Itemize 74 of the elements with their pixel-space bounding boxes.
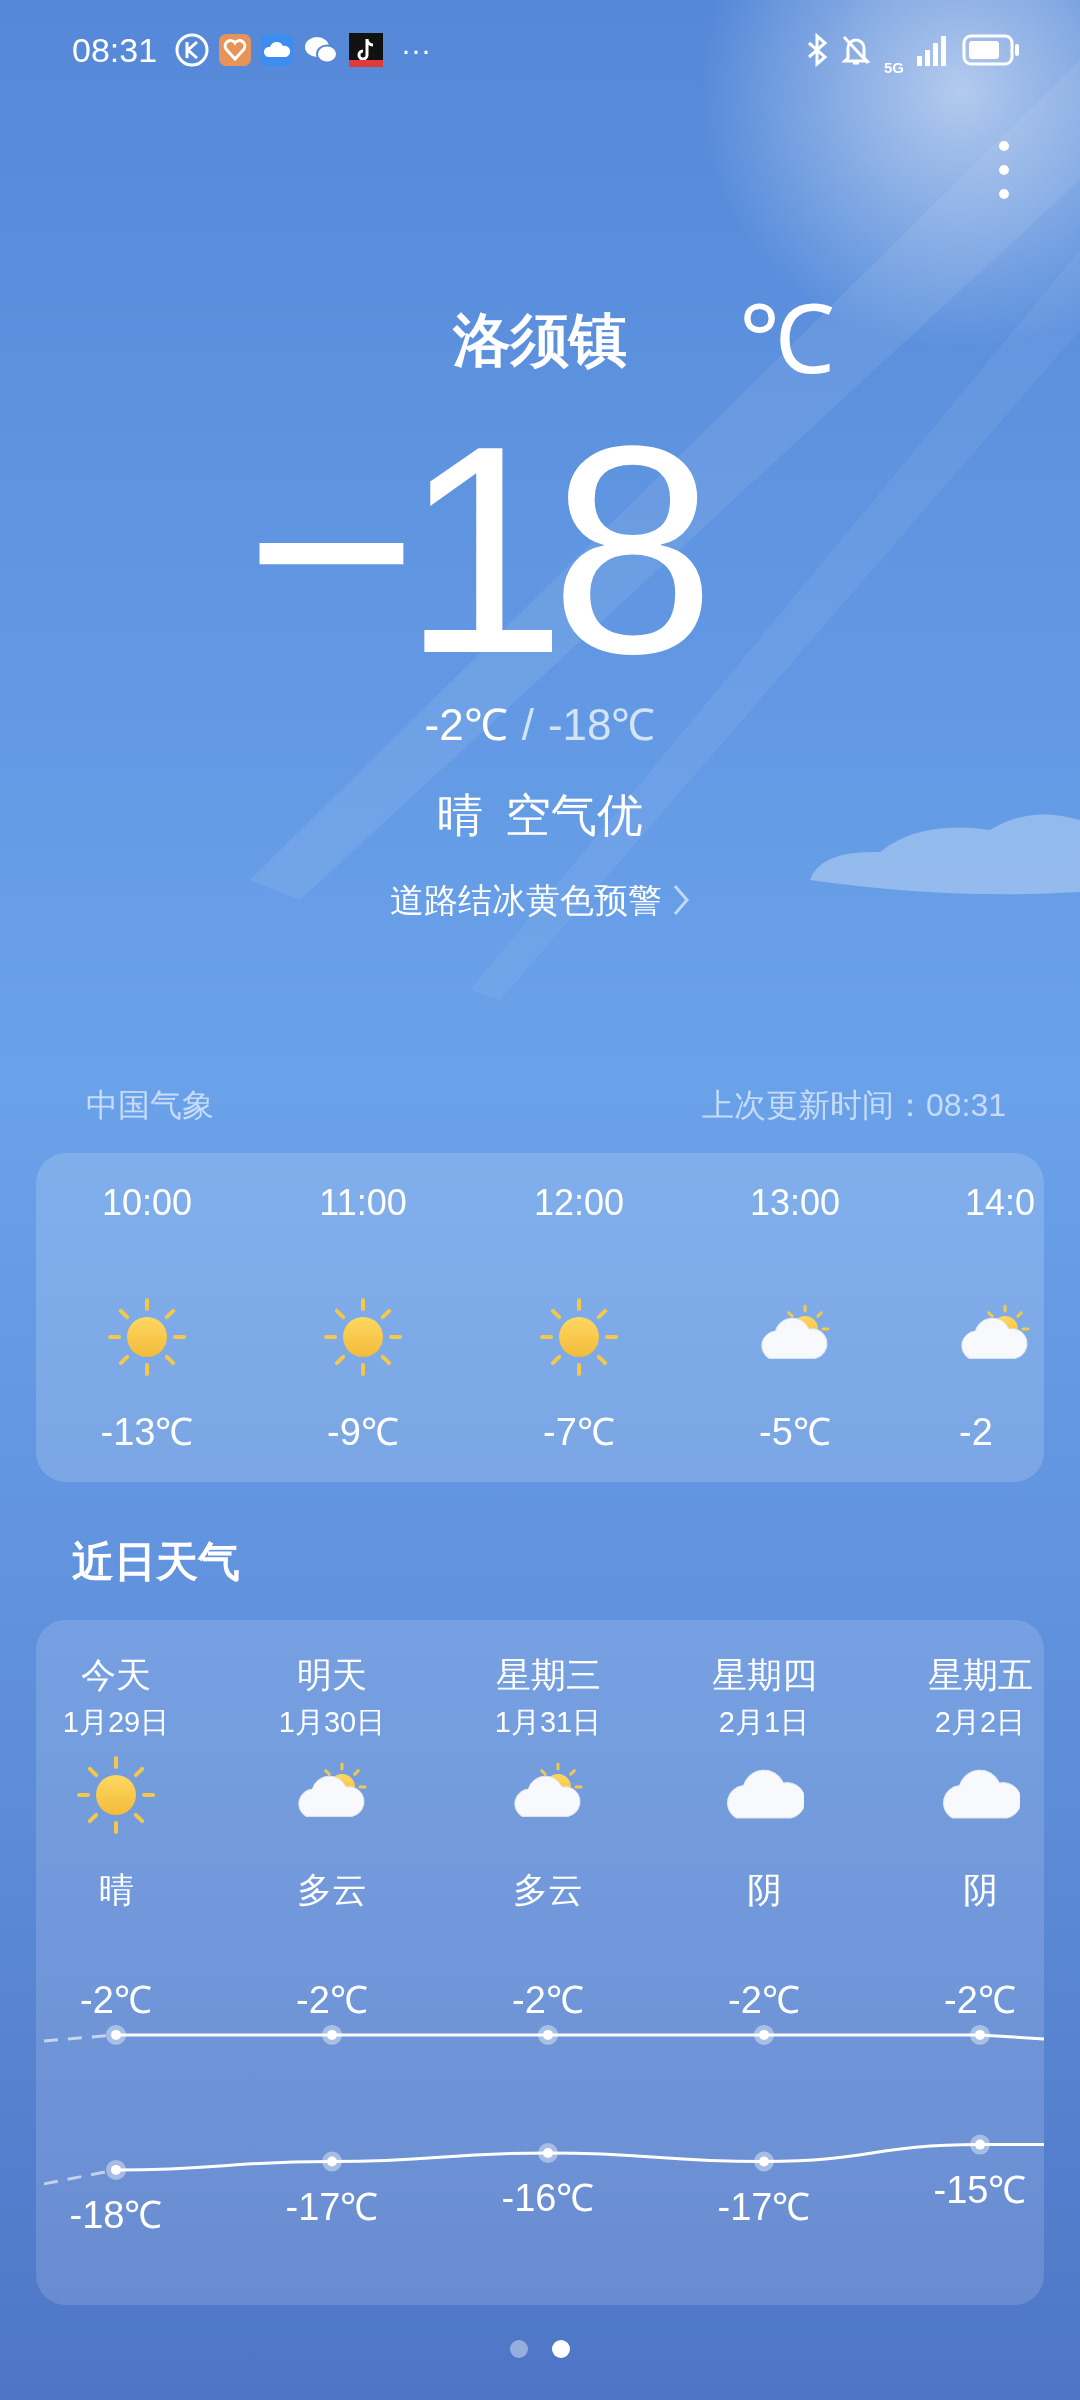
day-condition: 多云 xyxy=(513,1869,583,1911)
data-point xyxy=(538,2024,558,2045)
hour-time: 13:00 xyxy=(749,1181,841,1225)
low-temperature: -18℃ xyxy=(547,699,656,751)
page-indicator-dot[interactable] xyxy=(510,2340,528,2358)
data-point xyxy=(538,2143,558,2163)
data-source: 中国气象 xyxy=(86,1086,214,1125)
status-time: 08:31 xyxy=(72,30,158,70)
section-title: 近日天气 xyxy=(72,1538,240,1585)
data-point xyxy=(754,2024,774,2045)
hour-temperature: -9℃ xyxy=(327,1410,399,1455)
hour-time: 11:00 xyxy=(319,1181,407,1225)
temperature-label: -17℃ xyxy=(717,2185,811,2228)
muted-bell-icon xyxy=(840,33,872,67)
data-point xyxy=(970,2134,990,2155)
battery-icon xyxy=(962,34,1020,66)
day-condition: 阴 xyxy=(962,1869,998,1911)
cloud-app-icon xyxy=(261,34,294,66)
hour-temperature: -7℃ xyxy=(543,1410,615,1455)
temperature-label: -2℃ xyxy=(512,1978,584,2021)
more-notifications: ··· xyxy=(401,33,432,67)
bluetooth-icon xyxy=(806,33,828,67)
temperature-label: -16℃ xyxy=(501,2177,595,2219)
hour-temperature: -5℃ xyxy=(759,1410,831,1455)
circle-logo-icon xyxy=(175,33,210,67)
day-name: 星期四 xyxy=(711,1654,817,1696)
hour-temperature: -2 xyxy=(959,1410,993,1455)
day-condition: 多云 xyxy=(297,1869,367,1911)
day-date: 2月2日 xyxy=(934,1705,1026,1740)
temperature-label: -17℃ xyxy=(285,2185,379,2228)
hour-temperature: -13℃ xyxy=(100,1410,194,1455)
data-point xyxy=(322,2151,342,2172)
sun-icon xyxy=(539,1297,619,1377)
sun-icon xyxy=(323,1297,403,1377)
hour-time: 12:00 xyxy=(533,1181,625,1225)
day-name: 星期五 xyxy=(927,1654,1033,1696)
temperature-label: -2℃ xyxy=(944,1978,1016,2021)
sun-icon xyxy=(107,1297,187,1377)
data-point xyxy=(106,2024,126,2045)
heart-app-icon xyxy=(219,34,252,66)
temperature-label: -2℃ xyxy=(80,1978,152,2021)
day-name: 明天 xyxy=(297,1654,367,1696)
temperature-label: -18℃ xyxy=(69,2193,163,2236)
day-date: 2月1日 xyxy=(718,1705,810,1740)
temperature-label: -2℃ xyxy=(728,1978,800,2021)
more-vertical-icon xyxy=(998,140,1010,200)
data-point xyxy=(322,2024,342,2045)
high-temperature: -2℃ xyxy=(424,699,508,751)
data-point xyxy=(754,2151,774,2172)
weather-alert-link[interactable]: 道路结冰黄色预警 xyxy=(390,875,690,925)
sun-icon xyxy=(76,1755,156,1835)
day-name: 星期三 xyxy=(495,1654,601,1696)
day-date: 1月30日 xyxy=(278,1705,386,1740)
day-date: 1月29日 xyxy=(62,1705,170,1740)
chevron-right-icon xyxy=(672,883,690,917)
day-date: 1月31日 xyxy=(494,1705,602,1740)
data-point xyxy=(970,2024,990,2045)
location-name: 洛须镇 xyxy=(453,306,627,374)
current-temperature: −18 xyxy=(244,410,700,690)
network-type: 5G xyxy=(884,59,904,75)
hour-time: 14:0 xyxy=(965,1181,1036,1225)
day-condition: 晴 xyxy=(98,1869,134,1911)
range-separator: / xyxy=(521,699,534,751)
temperature-unit: ℃ xyxy=(739,292,836,388)
air-quality: 空气优 xyxy=(505,788,643,843)
music-note-app-icon xyxy=(349,33,384,67)
day-name: 今天 xyxy=(81,1654,151,1696)
hour-time: 10:00 xyxy=(101,1181,193,1225)
temperature-label: -15℃ xyxy=(933,2168,1027,2211)
day-condition: 阴 xyxy=(746,1869,782,1911)
data-point xyxy=(106,2159,126,2180)
temperature-label: -2℃ xyxy=(296,1978,368,2021)
weather-condition: 晴 xyxy=(437,788,483,843)
update-time: 上次更新时间：08:31 xyxy=(701,1086,1006,1125)
